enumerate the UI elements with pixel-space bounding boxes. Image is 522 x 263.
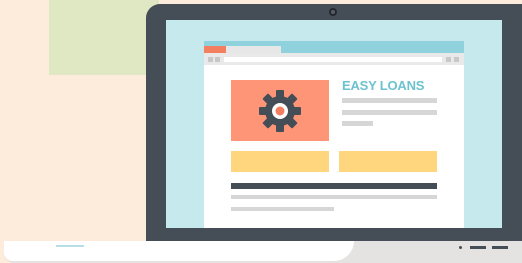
status-light-icon [459,246,462,249]
laptop-base-front [4,241,354,261]
gear-icon [259,90,301,132]
background-green-block [49,0,159,75]
text-line [342,98,437,103]
page-headline: EASY LOANS [342,78,425,93]
section-divider [231,183,437,189]
cta-button-left[interactable] [231,151,329,172]
address-bar[interactable] [224,57,442,62]
indicator-line-icon [470,246,486,249]
forward-button[interactable] [215,57,220,62]
cta-button-right[interactable] [339,151,437,172]
indicator-line-icon [492,246,508,249]
back-button[interactable] [208,57,213,62]
menu-button[interactable] [454,57,459,62]
browser-tab-active[interactable] [204,46,226,53]
text-line [342,110,437,115]
toolbar-button[interactable] [446,57,451,62]
text-line [231,195,437,199]
trackpad-notch [56,245,84,247]
text-line [231,207,334,211]
browser-tab-inactive[interactable] [226,46,281,53]
camera-icon [329,8,337,16]
text-line [342,121,373,126]
